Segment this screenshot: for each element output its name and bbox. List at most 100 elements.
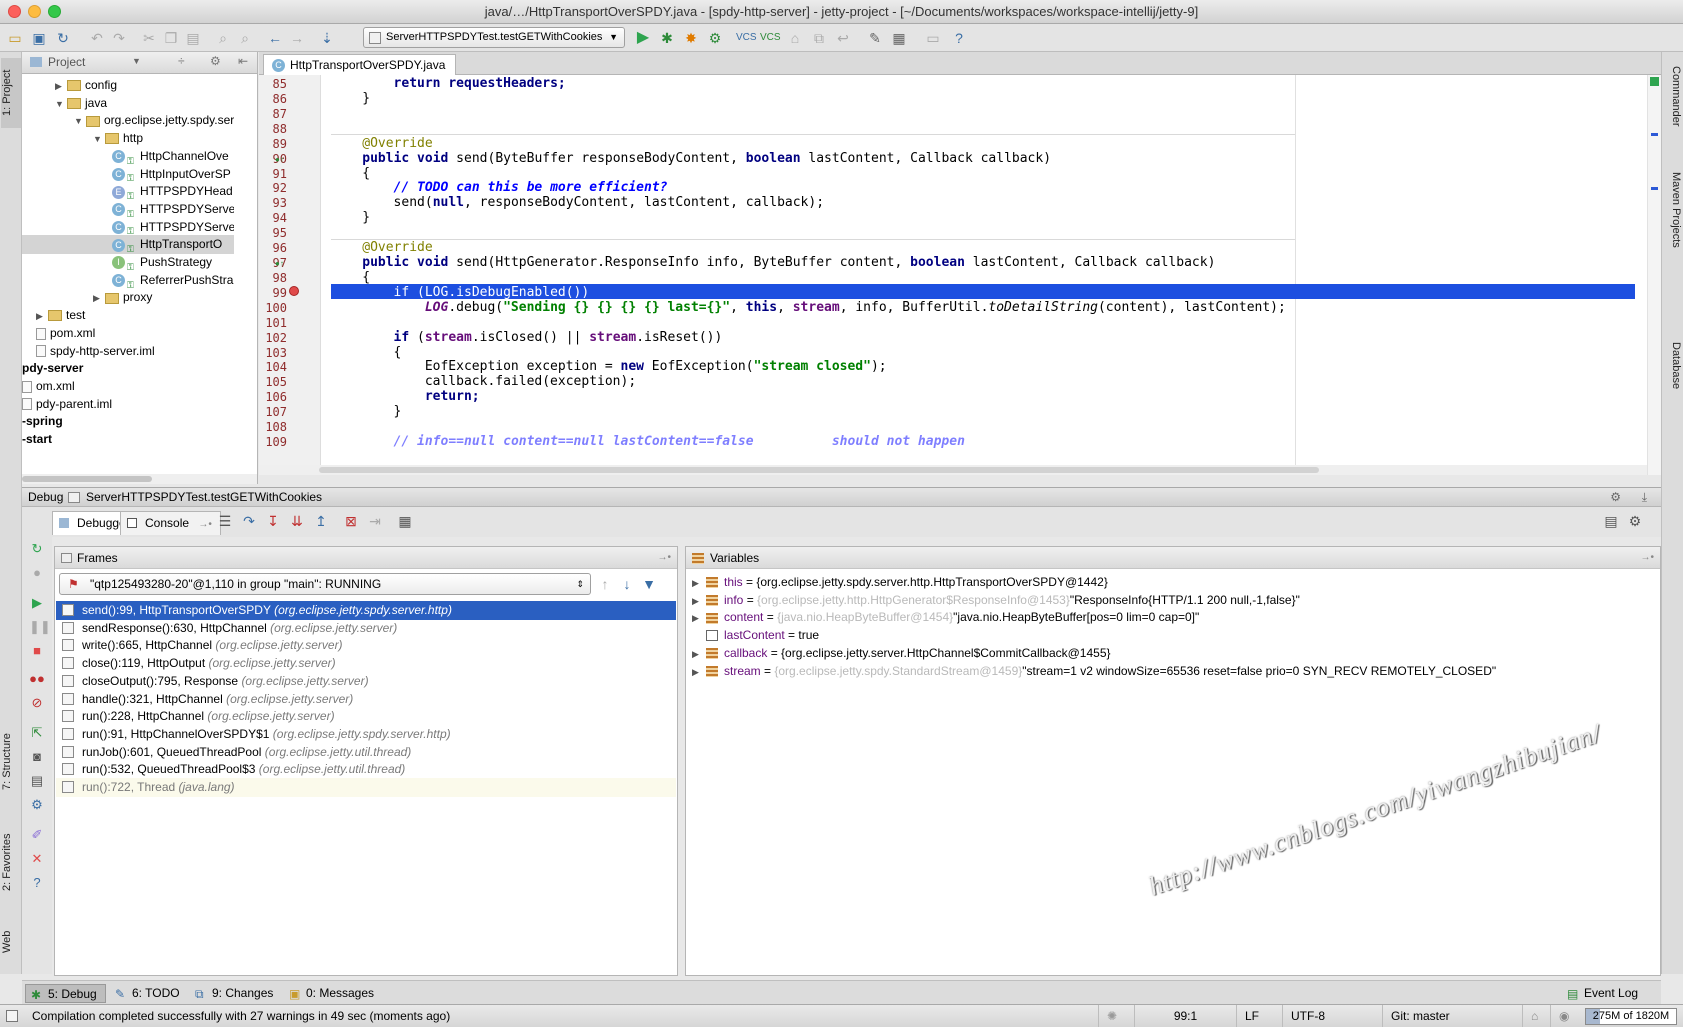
maven-projects-tool-tab[interactable]: Maven Projects [1664,172,1682,322]
paste-icon[interactable]: ▤ [184,29,202,47]
project-tree-item[interactable]: spdy-http-server.iml [22,342,234,361]
project-tree-item[interactable]: -start [22,430,234,449]
stack-frame-row[interactable]: handle():321, HttpChannel (org.eclipse.j… [56,690,676,709]
hide-panel-icon[interactable]: ⤓ [1642,488,1647,506]
code-editor[interactable]: 85 86 87 88 89 90 91 92 93 94 95 96 97 98 99 100 101 102 1… [259,75,1661,475]
editor-scrollbar[interactable] [1647,75,1661,475]
tab-debug-tool[interactable]: ✱ 5: Debug [25,984,106,1003]
close-icon[interactable]: ● [29,565,45,581]
vcs-branch[interactable]: Git: master [1382,1005,1522,1027]
restore-layout-icon[interactable]: ▤ [1602,512,1620,530]
commander-tool-tab[interactable]: Commander [1664,66,1682,156]
override-marker-icon[interactable]: ●↑ [275,155,284,164]
editor-horizontal-scrollbar[interactable] [259,465,1647,475]
stop-icon[interactable]: ■ [29,643,45,659]
run-with-coverage-icon[interactable]: ✸ [682,29,700,47]
line-separator[interactable]: LF [1236,1005,1282,1027]
web-tool-tab[interactable]: Web [1,922,21,962]
thread-select[interactable]: ⚑ "qtp125493280-20"@1,110 in group "main… [59,573,591,595]
vcs-history-icon[interactable]: ⧉ [810,29,828,47]
tab-messages-tool[interactable]: ▣ 0: Messages [284,984,382,1003]
stack-frame-row[interactable]: closeOutput():795, Response (org.eclipse… [56,672,676,691]
project-tree-item[interactable]: C ⚿ HttpChannelOve [22,147,234,166]
forward-icon[interactable]: → [288,29,306,47]
help-icon[interactable]: ? [950,29,968,47]
editor-gutter[interactable]: 85 86 87 88 89 90 91 92 93 94 95 96 97 98 99 100 101 102 1… [259,75,321,475]
tab-changes-tool[interactable]: ⧉ 9: Changes [190,984,281,1003]
collapsed-arrow-icon[interactable]: ▶ [93,289,105,307]
evaluate-expression-icon[interactable]: ▦ [396,512,414,530]
run-configuration-select[interactable]: ServerHTTPSPDYTest.testGETWithCookies ▼ [363,27,625,48]
profile-icon[interactable]: ⚙ [706,29,724,47]
hide-panel-icon[interactable]: ⇤ [238,54,248,68]
stack-frame-row[interactable]: run():228, HttpChannel (org.eclipse.jett… [56,707,676,726]
back-icon[interactable]: ← [266,29,284,47]
collapsed-arrow-icon[interactable]: ▶ [36,307,48,325]
drop-frame-icon[interactable]: ⊠ [342,512,360,530]
stack-frame-row[interactable]: write():665, HttpChannel (org.eclipse.je… [56,636,676,655]
lock-icon[interactable]: ⌂ [786,29,804,47]
variable-row[interactable]: ▶ info = {org.eclipse.jetty.http.HttpGene… [692,591,1300,610]
variable-row[interactable]: ▶ content = {java.nio.HeapByteBuffer@1454… [692,608,1199,627]
project-tree-item[interactable]: C ⚿ HttpInputOverSP [22,165,234,184]
project-tree-item[interactable]: -spring [22,412,234,431]
stack-frame-row[interactable]: runJob():601, QueuedThreadPool (org.ecli… [56,743,676,762]
camera-icon[interactable]: ◙ [29,749,45,765]
project-tree-item[interactable]: C ⚿ HTTPSPDYServe [22,200,234,219]
variable-row[interactable]: ▶ stream = {org.eclipse.jetty.spdy.Standa… [692,662,1496,681]
stack-frame-row[interactable]: close():119, HttpOutput (org.eclipse.jet… [56,654,676,673]
editor-tab-httptransportoverspdy[interactable]: C HttpTransportOverSPDY.java [263,54,457,75]
collapse-all-icon[interactable]: ÷ [178,54,185,68]
help-icon[interactable]: ? [29,875,45,891]
expanded-arrow-icon[interactable]: ▼ [55,95,67,113]
stack-frame-row[interactable]: sendResponse():630, HttpChannel (org.ecl… [56,619,676,638]
database-tool-tab[interactable]: Database [1664,342,1682,422]
open-folder-icon[interactable]: ▭ [6,29,24,47]
project-tree-item[interactable]: ▼ java [22,94,234,113]
ant-build-icon[interactable]: ▭ [924,29,942,47]
find-icon[interactable]: ⌕ [214,29,232,47]
caret-position[interactable]: 99:1 [1134,1005,1236,1027]
settings-icon[interactable]: ✎ [866,29,884,47]
settings-icon[interactable]: ⚙ [29,797,45,813]
gear-icon[interactable]: ⚙ [1610,488,1621,506]
replace-icon[interactable]: ⌕ [236,29,254,47]
view-breakpoints-icon[interactable]: ●● [29,671,45,687]
project-tree-item[interactable]: I ⚿ PushStrategy [22,253,234,272]
stack-frame-row[interactable]: run():91, HttpChannelOverSPDY$1 (org.ecl… [56,725,676,744]
project-tree-item[interactable]: C ⚿ HttpTransportO [22,235,234,255]
project-tree-item[interactable]: ▼ org.eclipse.jetty.spdy.serv [22,111,234,130]
next-frame-icon[interactable]: ↓ [618,575,636,593]
breakpoint-icon[interactable] [289,286,299,296]
pin-icon[interactable]: →• [198,519,212,530]
project-tree-item[interactable]: C ⚿ HTTPSPDYServe [22,218,234,237]
rerun-icon[interactable]: ↻ [29,541,45,557]
lock-icon[interactable]: ⌂ [1522,1005,1550,1027]
project-tree-item[interactable]: pdy-parent.iml [22,395,234,414]
make-project-icon[interactable]: ⇣ [318,29,336,47]
step-over-icon[interactable]: ↷ [240,512,258,530]
error-stripe-mark[interactable] [1651,187,1658,190]
restore-layout-icon[interactable]: ▤ [29,773,45,789]
copy-icon[interactable]: ❐ [162,29,180,47]
memory-indicator[interactable]: 275M of 1820M [1585,1008,1677,1025]
pin-icon[interactable]: →• [1640,547,1654,569]
project-tree-item[interactable]: pdy-server [22,359,234,378]
favorites-tool-tab[interactable]: 2: Favorites [1,822,21,902]
run-icon[interactable]: ▶ [634,29,652,47]
stack-frame-row[interactable]: send():99, HttpTransportOverSPDY (org.ec… [56,601,676,620]
step-into-icon[interactable]: ↧ [264,512,282,530]
expanded-arrow-icon[interactable]: ▼ [74,112,86,130]
mute-breakpoints-icon[interactable]: ⊘ [29,695,45,711]
override-marker-icon[interactable]: ●↑ [275,259,284,268]
file-encoding[interactable]: UTF-8 [1282,1005,1382,1027]
save-all-icon[interactable]: ▣ [30,29,48,47]
tab-console[interactable]: Console →• [120,511,221,535]
vcs-commit-icon[interactable]: VCS [760,29,781,47]
previous-frame-icon[interactable]: ↑ [596,575,614,593]
project-tree-item[interactable]: ▶ proxy [22,288,234,307]
undo-icon[interactable]: ↶ [88,29,106,47]
collapsed-arrow-icon[interactable]: ▶ [55,77,67,95]
tool-windows-icon[interactable] [6,1010,18,1022]
pin-icon[interactable]: →• [657,547,671,569]
